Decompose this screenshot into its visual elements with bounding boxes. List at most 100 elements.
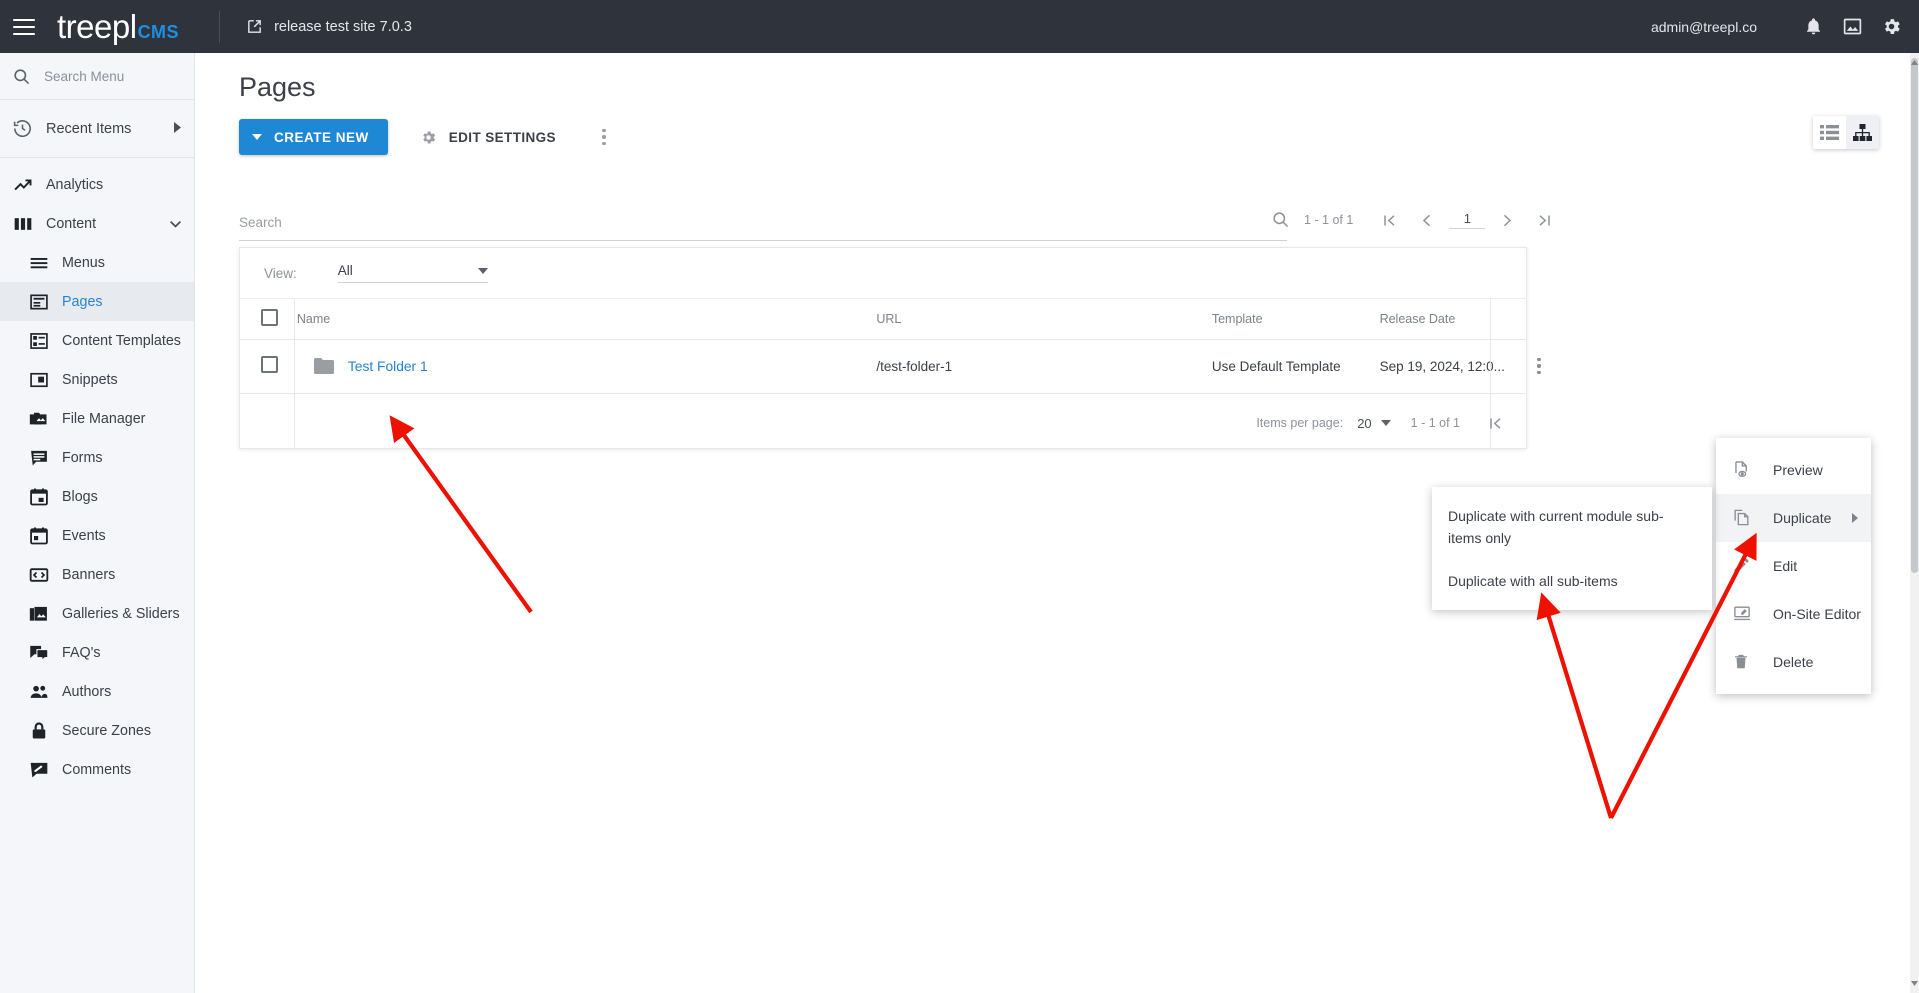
last-page-icon[interactable] [1526, 207, 1563, 233]
sidebar-item-faq-s[interactable]: FAQ's [0, 633, 194, 672]
list-view-icon[interactable] [1813, 116, 1846, 149]
calendar-event-icon [28, 525, 49, 546]
sidebar-item-blogs[interactable]: Blogs [0, 477, 194, 516]
pagination-footer: Items per page: 20 1 - 1 of 1 [1256, 410, 1512, 436]
notifications-bell-icon[interactable] [1802, 16, 1824, 38]
scroll-up-arrow-icon[interactable] [1910, 56, 1919, 68]
chevron-down-icon [477, 267, 488, 274]
sidebar-item-events[interactable]: Events [0, 516, 194, 555]
items-per-page-value[interactable]: 20 [1357, 416, 1371, 431]
hamburger-icon[interactable] [13, 18, 35, 35]
context-menu-label: On-Site Editor [1773, 606, 1861, 622]
edit-settings-button[interactable]: EDIT SETTINGS [414, 119, 562, 155]
view-filter-label: View: [264, 265, 297, 281]
create-new-button[interactable]: CREATE NEW [239, 119, 388, 155]
page-name-link[interactable]: Test Folder 1 [348, 359, 428, 374]
first-page-icon[interactable] [1478, 410, 1512, 436]
site-link[interactable]: release test site 7.0.3 [246, 18, 412, 35]
chevron-down-icon [252, 134, 262, 140]
authors-people-icon [28, 681, 49, 702]
sidebar-item-forms[interactable]: Forms [0, 438, 194, 477]
table-header-row: Name URL Template Release Date [240, 299, 1526, 340]
footer-pagination-count: 1 - 1 of 1 [1410, 416, 1460, 430]
sidebar-item-analytics[interactable]: Analytics [0, 165, 194, 204]
search-icon[interactable] [1271, 210, 1291, 230]
table-body: Test Folder 1 /test-folder-1 Use Default… [240, 339, 1541, 394]
sidebar-item-authors[interactable]: Authors [0, 672, 194, 711]
column-header-name[interactable]: Name [295, 299, 876, 340]
chevron-down-icon[interactable] [170, 215, 181, 233]
pages-table-card: View: All Name URL Template Release Date… [239, 247, 1541, 449]
sidebar-inner: Search Menu Recent Items Analytics Conten… [0, 53, 194, 789]
content-template-icon [28, 330, 49, 351]
column-header-release-date[interactable]: Release Date [1378, 299, 1524, 340]
context-menu-item-edit[interactable]: Edit [1716, 542, 1871, 590]
sidebar-item-banners[interactable]: Banners [0, 555, 194, 594]
brand-logo[interactable]: treepl CMS [57, 10, 179, 43]
prev-page-icon[interactable] [1408, 207, 1445, 233]
sidebar-item-content[interactable]: Content [0, 204, 194, 243]
duplicate-icon [1732, 508, 1752, 528]
submenu-item-duplicate-current-module[interactable]: Duplicate with current module sub-items … [1432, 496, 1712, 561]
context-menu-item-on-site-editor[interactable]: On-Site Editor [1716, 590, 1871, 638]
forms-icon [28, 447, 49, 468]
page-icon [28, 291, 49, 312]
context-menu-item-duplicate[interactable]: Duplicate [1716, 494, 1871, 542]
tree-view-icon[interactable] [1846, 116, 1879, 149]
context-menu-label: Preview [1773, 462, 1823, 478]
sidebar-item-label: Forms [62, 449, 103, 466]
page-number-input[interactable]: 1 [1449, 211, 1486, 229]
context-menu-item-delete[interactable]: Delete [1716, 638, 1871, 686]
context-menu-label: Edit [1773, 558, 1798, 574]
sidebar-item-label: Banners [62, 566, 116, 583]
user-email[interactable]: admin@treepl.co [1651, 19, 1757, 35]
banner-icon [28, 564, 49, 585]
image-icon[interactable] [1841, 16, 1863, 38]
page-title: Pages [239, 72, 316, 102]
sidebar-item-galleries-sliders[interactable]: Galleries & Sliders [0, 594, 194, 633]
sidebar-item-comments[interactable]: Comments [0, 750, 194, 789]
sidebar-scrollbar-thumb[interactable] [1911, 58, 1918, 573]
sidebar-search[interactable]: Search Menu [0, 53, 194, 100]
table-row[interactable]: Test Folder 1 /test-folder-1 Use Default… [240, 339, 1541, 394]
sidebar-item-content-templates[interactable]: Content Templates [0, 321, 194, 360]
top-bar: treepl CMS release test site 7.0.3 admin… [0, 0, 1919, 53]
sidebar-item-file-manager[interactable]: File Manager [0, 399, 194, 438]
sidebar-item-snippets[interactable]: Snippets [0, 360, 194, 399]
sidebar-item-label: Recent Items [46, 120, 132, 137]
sidebar-item-recent-items[interactable]: Recent Items [0, 100, 194, 158]
table-header: Name URL Template Release Date [240, 299, 1526, 340]
app-root: treepl CMS release test site 7.0.3 admin… [0, 0, 1919, 993]
sidebar-item-menus[interactable]: Menus [0, 243, 194, 282]
context-menu-item-preview[interactable]: Preview [1716, 446, 1871, 494]
sidebar-item-label: Blogs [62, 488, 98, 505]
sidebar-item-secure-zones[interactable]: Secure Zones [0, 711, 194, 750]
faq-chat-icon [28, 642, 49, 663]
search-input[interactable]: Search [239, 213, 1287, 241]
select-all-checkbox[interactable] [261, 308, 278, 326]
sidebar-item-label: Analytics [46, 176, 104, 193]
kebab-menu-icon[interactable] [590, 121, 618, 153]
row-kebab-menu-icon[interactable] [1525, 357, 1553, 375]
pagination-count: 1 - 1 of 1 [1304, 213, 1354, 227]
sidebar-nav-list: Analytics Content Menus Pages Content Templa… [0, 165, 194, 789]
first-page-icon[interactable] [1371, 207, 1408, 233]
gear-icon [420, 129, 437, 146]
column-header-url[interactable]: URL [875, 299, 1211, 340]
sidebar-item-label: Secure Zones [62, 722, 152, 739]
edit-settings-label: EDIT SETTINGS [448, 129, 556, 145]
column-header-template[interactable]: Template [1210, 299, 1379, 340]
chevron-down-icon[interactable] [1380, 420, 1391, 426]
settings-gear-icon[interactable] [1880, 16, 1902, 38]
row-checkbox[interactable] [261, 356, 278, 373]
pencil-edit-icon [1732, 556, 1752, 576]
sidebar-item-label: Events [62, 527, 106, 544]
external-link-icon [246, 18, 263, 35]
sidebar-item-label: Content Templates [62, 332, 181, 349]
sidebar-item-pages[interactable]: Pages [0, 282, 194, 321]
sidebar-item-label: Pages [62, 293, 103, 310]
submenu-item-duplicate-all-subitems[interactable]: Duplicate with all sub-items [1432, 561, 1712, 601]
view-filter-select[interactable]: All [337, 263, 488, 283]
next-page-icon[interactable] [1489, 207, 1526, 233]
scroll-down-arrow-icon[interactable] [1910, 977, 1919, 989]
